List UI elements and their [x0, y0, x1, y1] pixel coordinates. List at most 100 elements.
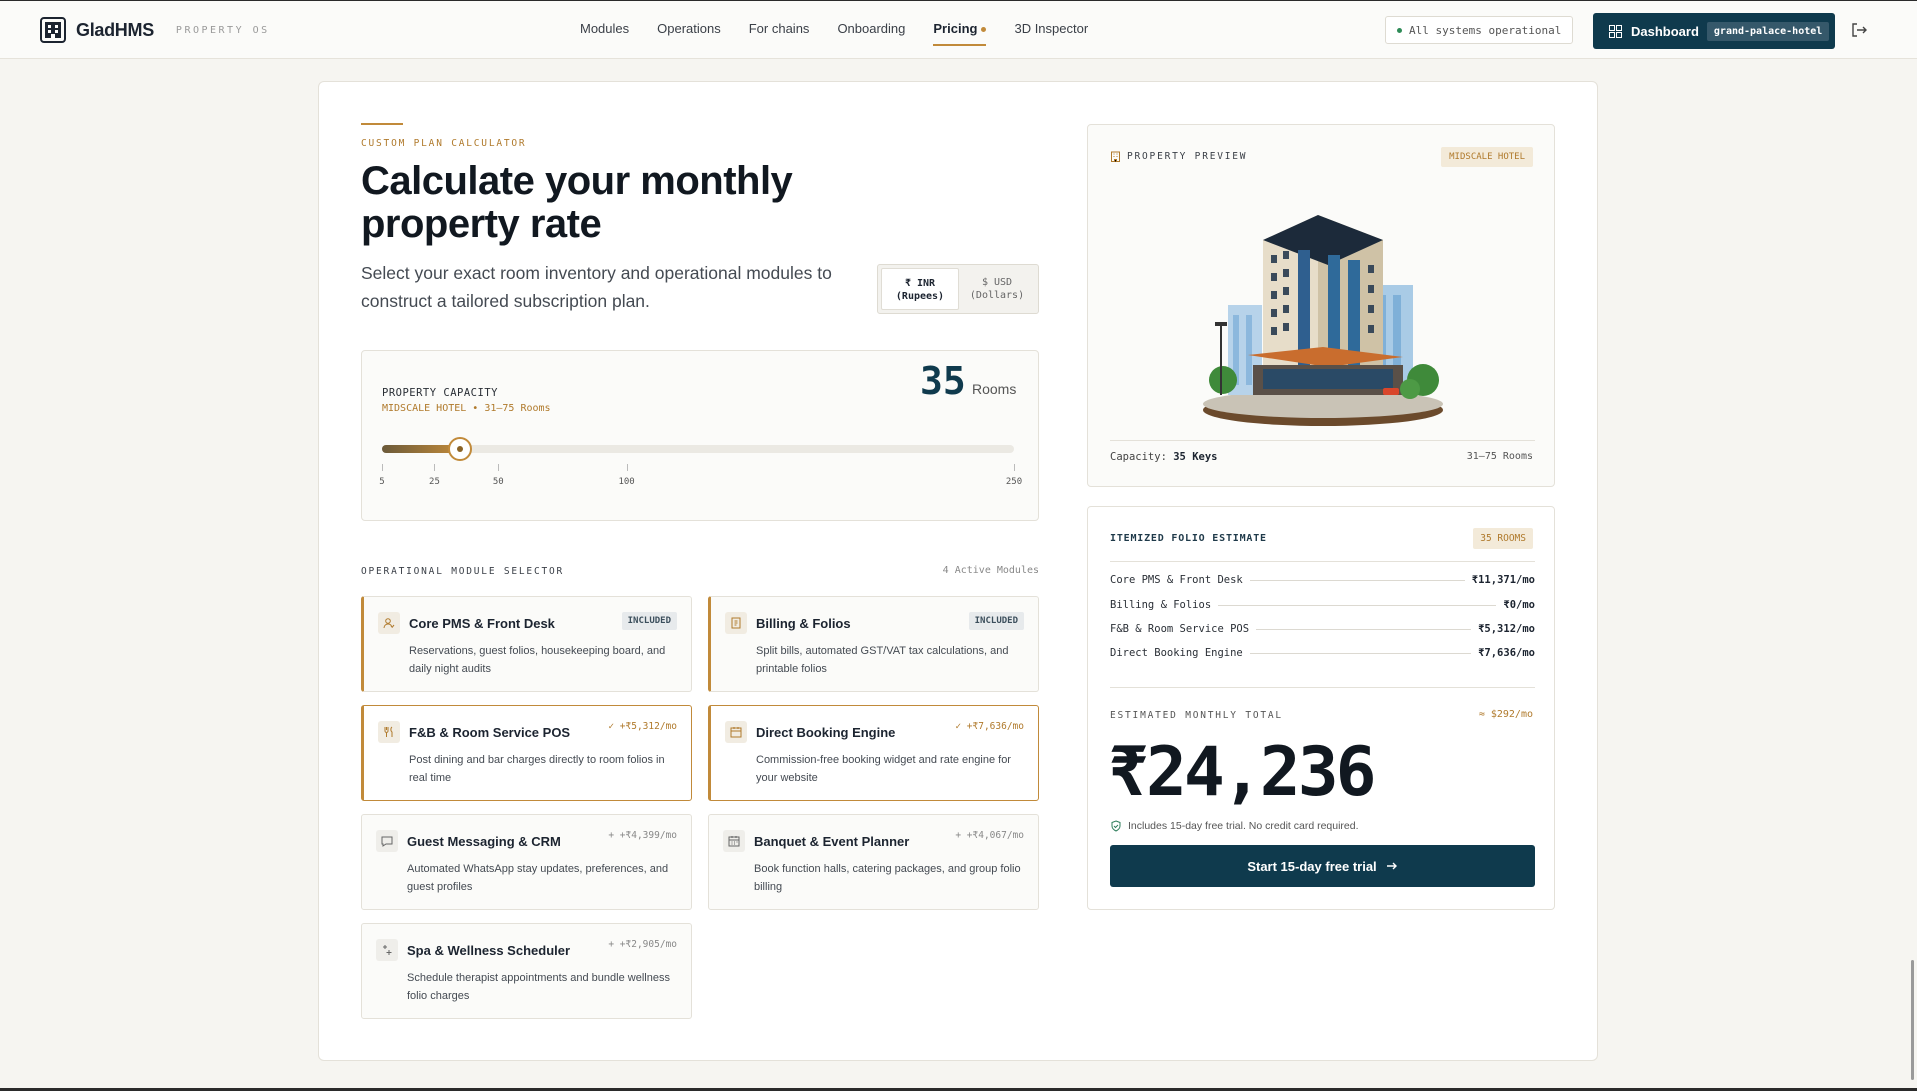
capacity-caption: Capacity: — [1110, 451, 1167, 463]
module-title: Banquet & Event Planner — [754, 834, 910, 849]
property-slug-tag: grand-palace-hotel — [1706, 21, 1830, 41]
trial-note: Includes 15-day free trial. No credit ca… — [1110, 820, 1359, 832]
calendar-icon — [723, 830, 745, 852]
slider-tick-label: 100 — [618, 477, 635, 487]
module-spa-wellness[interactable]: Spa & Wellness Scheduler + +₹2,905/mo Sc… — [361, 923, 692, 1019]
module-description: Split bills, automated GST/VAT tax calcu… — [756, 645, 1009, 675]
currency-toggle: ₹ INR (Rupees) $ USD (Dollars) — [877, 264, 1039, 314]
module-core-pms[interactable]: Core PMS & Front Desk INCLUDED Reservati… — [361, 596, 692, 692]
brand-name: GladHMS — [76, 19, 154, 40]
module-title: F&B & Room Service POS — [409, 725, 571, 740]
capacity-tier: MIDSCALE HOTEL • 31–75 Rooms — [382, 403, 551, 414]
dashboard-label: Dashboard — [1631, 23, 1699, 39]
row-value: ₹7,636/mo — [1478, 647, 1535, 659]
nav-link-modules[interactable]: Modules — [580, 21, 629, 46]
slider-tick-label: 25 — [429, 477, 440, 487]
preview-divider — [1110, 440, 1535, 441]
module-description: Book function halls, catering packages, … — [754, 863, 1021, 893]
grid-icon — [1609, 24, 1622, 38]
property-preview-panel: PROPERTY PREVIEW MIDSCALE HOTEL Capacity… — [1087, 124, 1555, 487]
row-name: Billing & Folios — [1110, 599, 1212, 611]
start-trial-button[interactable]: Start 15-day free trial — [1110, 845, 1535, 887]
capacity-keys: 35 Keys — [1173, 451, 1218, 463]
calendar-icon — [725, 721, 747, 743]
row-value: ₹11,371/mo — [1471, 574, 1535, 586]
module-description: Commission-free booking widget and rate … — [756, 754, 1011, 784]
row-name: Direct Booking Engine — [1110, 647, 1243, 659]
module-price: + +₹2,905/mo — [608, 939, 677, 950]
start-trial-label: Start 15-day free trial — [1247, 858, 1377, 874]
module-price: ✓ +₹7,636/mo — [955, 721, 1024, 732]
shield-check-icon — [1111, 820, 1121, 832]
module-fnb-pos[interactable]: F&B & Room Service POS ✓ +₹5,312/mo Post… — [361, 705, 692, 801]
slider-tick — [382, 464, 383, 471]
module-direct-booking[interactable]: Direct Booking Engine ✓ +₹7,636/mo Commi… — [708, 705, 1039, 801]
nav-link-pricing[interactable]: Pricing — [933, 21, 987, 46]
rooms-badge: 35 ROOMS — [1473, 528, 1533, 549]
hotel-tier-badge: MIDSCALE HOTEL — [1441, 147, 1533, 167]
currency-inr-symbol: ₹ INR — [904, 278, 936, 289]
total-label: ESTIMATED MONTHLY TOTAL — [1110, 710, 1283, 721]
active-module-count: 4 Active Modules — [942, 565, 1039, 576]
logout-icon[interactable] — [1850, 21, 1868, 39]
building-logo-icon — [40, 17, 66, 43]
dotted-leader — [1256, 628, 1472, 630]
module-title: Core PMS & Front Desk — [409, 616, 555, 631]
nav-link-pricing-label: Pricing — [933, 21, 978, 36]
estimate-divider — [1110, 687, 1535, 688]
module-description: Reservations, guest folios, housekeeping… — [409, 645, 666, 675]
estimate-title: ITEMIZED FOLIO ESTIMATE — [1110, 533, 1267, 544]
hotel-building-illustration — [1203, 215, 1443, 426]
message-icon — [376, 830, 398, 852]
property-capacity-panel: PROPERTY CAPACITY MIDSCALE HOTEL • 31–75… — [361, 350, 1039, 521]
currency-usd-name: (Dollars) — [969, 290, 1025, 301]
module-banquet-planner[interactable]: Banquet & Event Planner + +₹4,067/mo Boo… — [708, 814, 1039, 910]
user-icon — [378, 612, 400, 634]
total-usd: ≈ $292/mo — [1478, 709, 1533, 720]
module-price: + +₹4,067/mo — [955, 830, 1024, 841]
room-unit: Rooms — [972, 381, 1017, 397]
module-guest-messaging[interactable]: Guest Messaging & CRM + +₹4,399/mo Autom… — [361, 814, 692, 910]
estimate-row: Core PMS & Front Desk ₹11,371/mo — [1110, 573, 1535, 587]
capacity-slider-handle[interactable] — [447, 437, 472, 461]
monthly-total: ₹24,236 — [1108, 733, 1377, 812]
arrow-right-icon — [1386, 862, 1397, 870]
page-scrollbar[interactable] — [1911, 960, 1914, 1080]
included-badge: INCLUDED — [621, 612, 677, 630]
system-status-badge[interactable]: All systems operational — [1385, 16, 1574, 44]
room-count: 35 — [920, 359, 966, 403]
preview-room-range: 31–75 Rooms — [1466, 451, 1533, 462]
page-subtitle: Select your exact room inventory and ope… — [361, 263, 832, 311]
currency-option-usd[interactable]: $ USD (Dollars) — [959, 268, 1035, 310]
module-description: Schedule therapist appointments and bund… — [407, 972, 670, 1002]
currency-inr-name: (Rupees) — [895, 291, 945, 302]
nav-link-3d-inspector[interactable]: 3D Inspector — [1014, 21, 1088, 46]
nav-link-onboarding[interactable]: Onboarding — [837, 21, 905, 46]
estimate-row: Billing & Folios ₹0/mo — [1110, 598, 1535, 612]
dashboard-button[interactable]: Dashboard grand-palace-hotel — [1593, 13, 1835, 49]
accent-divider — [361, 123, 403, 125]
currency-usd-symbol: $ USD — [981, 277, 1013, 288]
nav-link-operations[interactable]: Operations — [657, 21, 721, 46]
active-dot-icon — [981, 27, 987, 33]
section-eyebrow: CUSTOM PLAN CALCULATOR — [361, 138, 527, 149]
capacity-slider-track[interactable] — [382, 445, 1014, 453]
slider-tick — [434, 464, 436, 471]
module-billing-folios[interactable]: Billing & Folios INCLUDED Split bills, a… — [708, 596, 1039, 692]
dotted-leader — [1249, 652, 1472, 654]
dotted-leader — [1218, 604, 1497, 606]
dotted-leader — [1249, 579, 1465, 581]
currency-option-inr[interactable]: ₹ INR (Rupees) — [881, 268, 959, 310]
estimate-row: F&B & Room Service POS ₹5,312/mo — [1110, 622, 1535, 636]
module-description: Post dining and bar charges directly to … — [409, 754, 665, 784]
preview-label: PROPERTY PREVIEW — [1110, 151, 1247, 162]
utensils-icon — [378, 721, 400, 743]
itemized-estimate-panel: ITEMIZED FOLIO ESTIMATE 35 ROOMS Core PM… — [1087, 506, 1555, 910]
preview-label-text: PROPERTY PREVIEW — [1127, 151, 1248, 162]
nav-link-for-chains[interactable]: For chains — [749, 21, 810, 46]
slider-tick — [1014, 464, 1015, 471]
module-price: + +₹4,399/mo — [608, 830, 677, 841]
receipt-icon — [725, 612, 747, 634]
slider-tick — [626, 464, 628, 471]
brand[interactable]: GladHMS PROPERTY OS — [40, 17, 270, 43]
